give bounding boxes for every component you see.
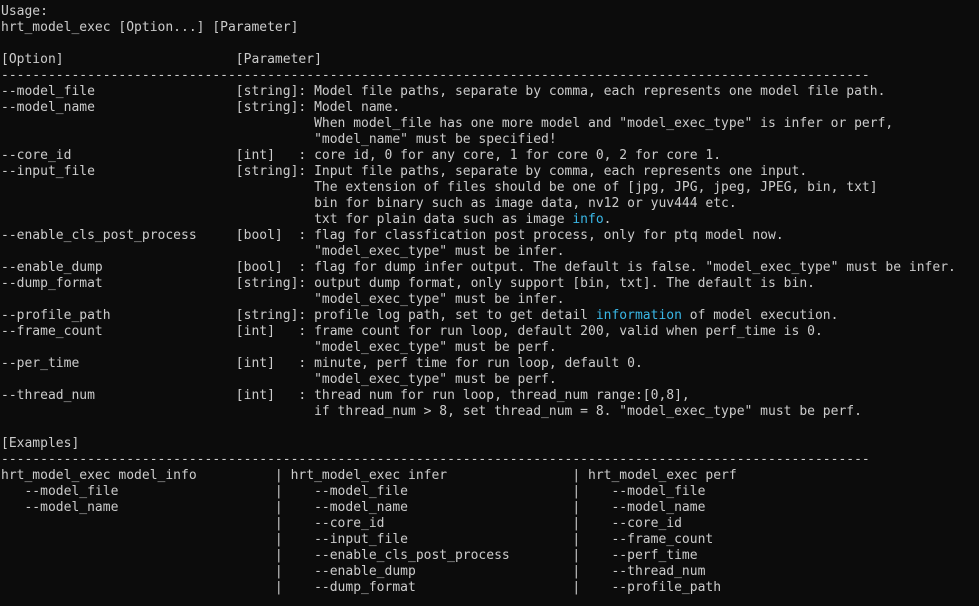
line-text: txt for plain data such as image	[1, 212, 573, 227]
line-text: --model_name [string]: Model name.	[1, 100, 401, 115]
terminal-line: --model_file | --model_file | --model_fi…	[1, 484, 979, 500]
line-text: hrt_model_exec model_info | hrt_model_ex…	[1, 468, 737, 483]
terminal-line: txt for plain data such as image info.	[1, 212, 979, 228]
line-text: | --dump_format | --profile_path	[1, 580, 722, 595]
line-text: bin for binary such as image data, nv12 …	[1, 196, 737, 211]
terminal-line: When model_file has one more model and "…	[1, 116, 979, 132]
terminal-line: --core_id [int] : core id, 0 for any cor…	[1, 148, 979, 164]
highlighted-word: info	[572, 212, 604, 227]
terminal-line: hrt_model_exec [Option...] [Parameter]	[1, 20, 979, 36]
line-text: --model_name | --model_name | --model_na…	[1, 500, 706, 515]
line-text: --enable_dump [bool] : flag for dump inf…	[1, 260, 956, 275]
line-text: if thread_num > 8, set thread_num = 8. "…	[1, 404, 862, 419]
terminal-line: | --dump_format | --profile_path	[1, 580, 979, 596]
terminal-line: ----------------------------------------…	[1, 68, 979, 84]
terminal-line: bin for binary such as image data, nv12 …	[1, 196, 979, 212]
terminal-line: hrt_model_exec model_info | hrt_model_ex…	[1, 468, 979, 484]
line-text: --thread_num [int] : thread num for run …	[1, 388, 690, 403]
line-text: [Option] [Parameter]	[1, 52, 322, 67]
terminal-line: --thread_num [int] : thread num for run …	[1, 388, 979, 404]
line-text: "model_name" must be specified!	[1, 132, 557, 147]
terminal-line: --model_name [string]: Model name.	[1, 100, 979, 116]
terminal-line: if thread_num > 8, set thread_num = 8. "…	[1, 404, 979, 420]
terminal-line: --enable_dump [bool] : flag for dump inf…	[1, 260, 979, 276]
line-text: | --input_file | --frame_count	[1, 532, 714, 547]
line-text: hrt_model_exec [Option...] [Parameter]	[1, 20, 299, 35]
terminal-line: | --enable_dump | --thread_num	[1, 564, 979, 580]
line-text: | --enable_dump | --thread_num	[1, 564, 706, 579]
terminal-line: --model_file [string]: Model file paths,…	[1, 84, 979, 100]
line-text: "model_exec_type" must be perf.	[1, 372, 557, 387]
line-text: "model_exec_type" must be infer.	[1, 244, 565, 259]
line-text: The extension of files should be one of …	[1, 180, 878, 195]
terminal-line: --input_file [string]: Input file paths,…	[1, 164, 979, 180]
line-text: --per_time [int] : minute, perf time for…	[1, 356, 643, 371]
line-text: "model_exec_type" must be perf.	[1, 340, 557, 355]
terminal-line: The extension of files should be one of …	[1, 180, 979, 196]
terminal-line: --enable_cls_post_process [bool] : flag …	[1, 228, 979, 244]
line-text: --enable_cls_post_process [bool] : flag …	[1, 228, 784, 243]
terminal-line: --per_time [int] : minute, perf time for…	[1, 356, 979, 372]
terminal-line: Usage:	[1, 4, 979, 20]
line-text: When model_file has one more model and "…	[1, 116, 894, 131]
line-text: --model_file [string]: Model file paths,…	[1, 84, 886, 99]
terminal-line: "model_exec_type" must be infer.	[1, 292, 979, 308]
highlighted-word: information	[595, 308, 682, 323]
terminal-line: --dump_format [string]: output dump form…	[1, 276, 979, 292]
terminal-line: "model_exec_type" must be perf.	[1, 372, 979, 388]
terminal-line: [Option] [Parameter]	[1, 52, 979, 68]
line-text: ----------------------------------------…	[1, 68, 870, 83]
line-text: .	[603, 212, 612, 227]
line-text: "model_exec_type" must be infer.	[1, 292, 565, 307]
line-text: --model_file | --model_file | --model_fi…	[1, 484, 706, 499]
line-text: --dump_format [string]: output dump form…	[1, 276, 815, 291]
terminal-line: [Examples]	[1, 436, 979, 452]
terminal-line: "model_exec_type" must be perf.	[1, 340, 979, 356]
line-text: --input_file [string]: Input file paths,…	[1, 164, 808, 179]
line-text: | --core_id | --core_id	[1, 516, 682, 531]
line-text: --profile_path [string]: profile log pat…	[1, 308, 596, 323]
terminal-line: --model_name | --model_name | --model_na…	[1, 500, 979, 516]
line-text: --frame_count [int] : frame count for ru…	[1, 324, 823, 339]
terminal-line: | --input_file | --frame_count	[1, 532, 979, 548]
line-text: of model execution.	[681, 308, 839, 323]
terminal-line: | --core_id | --core_id	[1, 516, 979, 532]
terminal-line: "model_name" must be specified!	[1, 132, 979, 148]
line-text: Usage:	[1, 4, 48, 19]
terminal-output: Usage: hrt_model_exec [Option...] [Parame…	[0, 0, 979, 606]
line-text: --core_id [int] : core id, 0 for any cor…	[1, 148, 722, 163]
terminal-line: ----------------------------------------…	[1, 452, 979, 468]
terminal-line: | --enable_cls_post_process | --perf_tim…	[1, 548, 979, 564]
line-text: | --enable_cls_post_process | --perf_tim…	[1, 548, 698, 563]
terminal-line: --profile_path [string]: profile log pat…	[1, 308, 979, 324]
line-text: [Examples]	[1, 436, 80, 451]
line-text: ----------------------------------------…	[1, 452, 870, 467]
terminal-line: "model_exec_type" must be infer.	[1, 244, 979, 260]
terminal-line: --frame_count [int] : frame count for ru…	[1, 324, 979, 340]
